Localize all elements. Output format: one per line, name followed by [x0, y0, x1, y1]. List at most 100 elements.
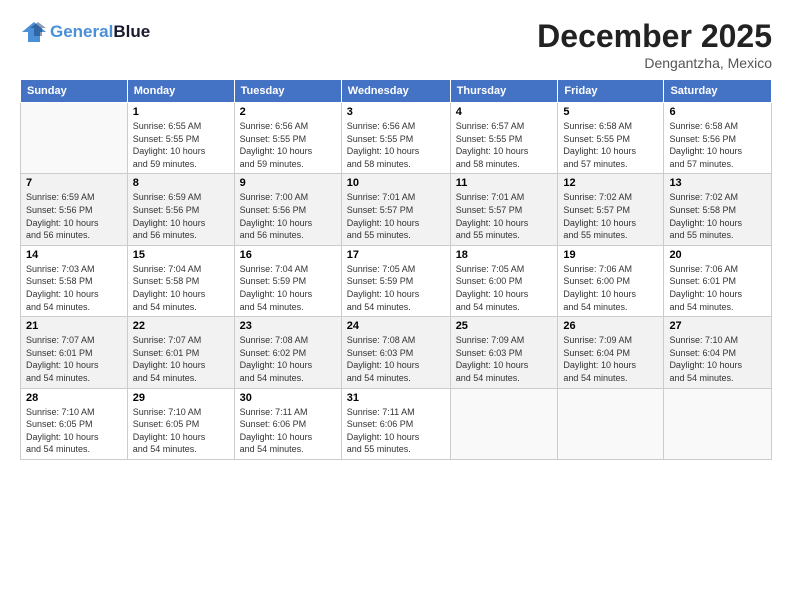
- day-number: 28: [26, 392, 122, 404]
- calendar-cell: 27 Sunrise: 7:10 AM Sunset: 6:04 PM Dayli…: [664, 317, 772, 388]
- day-number: 19: [563, 249, 658, 261]
- day-info: Sunrise: 6:59 AM Sunset: 5:56 PM Dayligh…: [26, 191, 122, 241]
- calendar-cell: 8Sunrise: 6:59 AM Sunset: 5:56 PM Daylig…: [127, 174, 234, 245]
- page: GeneralBlue December 2025 Dengantzha, Me…: [0, 0, 792, 612]
- calendar-cell: 7 Sunrise: 6:59 AM Sunset: 5:56 PM Daylig…: [21, 174, 128, 245]
- day-number: 30: [240, 392, 336, 404]
- calendar-cell: 25 Sunrise: 7:09 AM Sunset: 6:03 PM Dayli…: [450, 317, 558, 388]
- logo-icon: [20, 18, 48, 46]
- day-number: 3: [347, 106, 445, 118]
- calendar-cell: 16 Sunrise: 7:04 AM Sunset: 5:59 PM Dayli…: [234, 245, 341, 316]
- day-info: Sunrise: 7:05 AM Sunset: 6:00 PM Dayligh…: [456, 263, 553, 313]
- day-number: 2: [240, 106, 336, 118]
- calendar-cell: 30 Sunrise: 7:11 AM Sunset: 6:06 PM Dayli…: [234, 388, 341, 459]
- day-info: Sunrise: 7:06 AM Sunset: 6:00 PM Dayligh…: [563, 263, 658, 313]
- day-number: 5: [563, 106, 658, 118]
- calendar-cell: [21, 103, 128, 174]
- day-number: 21: [26, 320, 122, 332]
- day-info: Sunrise: 7:10 AM Sunset: 6:04 PM Dayligh…: [669, 334, 766, 384]
- day-number: 24: [347, 320, 445, 332]
- day-number: 31: [347, 392, 445, 404]
- calendar-cell: 2Sunrise: 6:56 AM Sunset: 5:55 PM Daylig…: [234, 103, 341, 174]
- week-row-1: 1 Sunrise: 6:55 AM Sunset: 5:55 PM Daylig…: [21, 103, 772, 174]
- calendar-cell: 9Sunrise: 7:00 AM Sunset: 5:56 PM Daylig…: [234, 174, 341, 245]
- weekday-header-friday: Friday: [558, 80, 664, 103]
- week-row-5: 28 Sunrise: 7:10 AM Sunset: 6:05 PM Dayli…: [21, 388, 772, 459]
- day-info: Sunrise: 7:07 AM Sunset: 6:01 PM Dayligh…: [133, 334, 229, 384]
- day-info: Sunrise: 7:09 AM Sunset: 6:04 PM Dayligh…: [563, 334, 658, 384]
- day-number: 17: [347, 249, 445, 261]
- day-info: Sunrise: 7:10 AM Sunset: 6:05 PM Dayligh…: [26, 406, 122, 456]
- day-number: 20: [669, 249, 766, 261]
- day-info: Sunrise: 7:02 AM Sunset: 5:58 PM Dayligh…: [669, 191, 766, 241]
- header: GeneralBlue December 2025 Dengantzha, Me…: [20, 18, 772, 71]
- calendar-cell: 18Sunrise: 7:05 AM Sunset: 6:00 PM Dayli…: [450, 245, 558, 316]
- day-info: Sunrise: 7:05 AM Sunset: 5:59 PM Dayligh…: [347, 263, 445, 313]
- day-number: 9: [240, 177, 336, 189]
- day-info: Sunrise: 7:01 AM Sunset: 5:57 PM Dayligh…: [456, 191, 553, 241]
- day-info: Sunrise: 7:02 AM Sunset: 5:57 PM Dayligh…: [563, 191, 658, 241]
- day-number: 1: [133, 106, 229, 118]
- location-subtitle: Dengantzha, Mexico: [537, 55, 772, 71]
- day-info: Sunrise: 6:58 AM Sunset: 5:55 PM Dayligh…: [563, 120, 658, 170]
- day-number: 7: [26, 177, 122, 189]
- day-info: Sunrise: 6:59 AM Sunset: 5:56 PM Dayligh…: [133, 191, 229, 241]
- title-block: December 2025 Dengantzha, Mexico: [537, 18, 772, 71]
- day-info: Sunrise: 7:08 AM Sunset: 6:03 PM Dayligh…: [347, 334, 445, 384]
- day-info: Sunrise: 6:58 AM Sunset: 5:56 PM Dayligh…: [669, 120, 766, 170]
- calendar-cell: 20 Sunrise: 7:06 AM Sunset: 6:01 PM Dayli…: [664, 245, 772, 316]
- day-info: Sunrise: 7:04 AM Sunset: 5:58 PM Dayligh…: [133, 263, 229, 313]
- logo: GeneralBlue: [20, 18, 150, 46]
- day-number: 4: [456, 106, 553, 118]
- day-number: 14: [26, 249, 122, 261]
- calendar-cell: [450, 388, 558, 459]
- calendar-cell: 21 Sunrise: 7:07 AM Sunset: 6:01 PM Dayli…: [21, 317, 128, 388]
- day-number: 22: [133, 320, 229, 332]
- weekday-header-tuesday: Tuesday: [234, 80, 341, 103]
- calendar-table: SundayMondayTuesdayWednesdayThursdayFrid…: [20, 79, 772, 460]
- day-info: Sunrise: 7:11 AM Sunset: 6:06 PM Dayligh…: [240, 406, 336, 456]
- calendar-cell: 28 Sunrise: 7:10 AM Sunset: 6:05 PM Dayli…: [21, 388, 128, 459]
- day-info: Sunrise: 7:07 AM Sunset: 6:01 PM Dayligh…: [26, 334, 122, 384]
- calendar-cell: 13Sunrise: 7:02 AM Sunset: 5:58 PM Dayli…: [664, 174, 772, 245]
- day-info: Sunrise: 6:56 AM Sunset: 5:55 PM Dayligh…: [347, 120, 445, 170]
- day-number: 29: [133, 392, 229, 404]
- calendar-cell: 29Sunrise: 7:10 AM Sunset: 6:05 PM Dayli…: [127, 388, 234, 459]
- day-number: 26: [563, 320, 658, 332]
- day-number: 6: [669, 106, 766, 118]
- calendar-cell: 1 Sunrise: 6:55 AM Sunset: 5:55 PM Daylig…: [127, 103, 234, 174]
- logo-general: General: [50, 22, 113, 41]
- day-info: Sunrise: 7:09 AM Sunset: 6:03 PM Dayligh…: [456, 334, 553, 384]
- calendar-cell: 19 Sunrise: 7:06 AM Sunset: 6:00 PM Dayli…: [558, 245, 664, 316]
- calendar-cell: 24 Sunrise: 7:08 AM Sunset: 6:03 PM Dayli…: [341, 317, 450, 388]
- calendar-cell: 12Sunrise: 7:02 AM Sunset: 5:57 PM Dayli…: [558, 174, 664, 245]
- week-row-3: 14 Sunrise: 7:03 AM Sunset: 5:58 PM Dayli…: [21, 245, 772, 316]
- day-info: Sunrise: 7:04 AM Sunset: 5:59 PM Dayligh…: [240, 263, 336, 313]
- weekday-header-row: SundayMondayTuesdayWednesdayThursdayFrid…: [21, 80, 772, 103]
- day-info: Sunrise: 7:06 AM Sunset: 6:01 PM Dayligh…: [669, 263, 766, 313]
- calendar-cell: 11Sunrise: 7:01 AM Sunset: 5:57 PM Dayli…: [450, 174, 558, 245]
- day-number: 23: [240, 320, 336, 332]
- calendar-cell: 22 Sunrise: 7:07 AM Sunset: 6:01 PM Dayli…: [127, 317, 234, 388]
- weekday-header-wednesday: Wednesday: [341, 80, 450, 103]
- weekday-header-thursday: Thursday: [450, 80, 558, 103]
- weekday-header-saturday: Saturday: [664, 80, 772, 103]
- day-info: Sunrise: 6:55 AM Sunset: 5:55 PM Dayligh…: [133, 120, 229, 170]
- logo-blue: Blue: [113, 22, 150, 41]
- day-info: Sunrise: 7:08 AM Sunset: 6:02 PM Dayligh…: [240, 334, 336, 384]
- day-number: 15: [133, 249, 229, 261]
- calendar-cell: 17 Sunrise: 7:05 AM Sunset: 5:59 PM Dayli…: [341, 245, 450, 316]
- calendar-cell: 6 Sunrise: 6:58 AM Sunset: 5:56 PM Daylig…: [664, 103, 772, 174]
- calendar-cell: 10Sunrise: 7:01 AM Sunset: 5:57 PM Dayli…: [341, 174, 450, 245]
- weekday-header-monday: Monday: [127, 80, 234, 103]
- day-number: 16: [240, 249, 336, 261]
- day-number: 25: [456, 320, 553, 332]
- calendar-cell: 15 Sunrise: 7:04 AM Sunset: 5:58 PM Dayli…: [127, 245, 234, 316]
- weekday-header-sunday: Sunday: [21, 80, 128, 103]
- calendar-cell: 3 Sunrise: 6:56 AM Sunset: 5:55 PM Daylig…: [341, 103, 450, 174]
- calendar-body: 1 Sunrise: 6:55 AM Sunset: 5:55 PM Daylig…: [21, 103, 772, 460]
- day-number: 27: [669, 320, 766, 332]
- day-number: 10: [347, 177, 445, 189]
- day-info: Sunrise: 7:03 AM Sunset: 5:58 PM Dayligh…: [26, 263, 122, 313]
- calendar-cell: [664, 388, 772, 459]
